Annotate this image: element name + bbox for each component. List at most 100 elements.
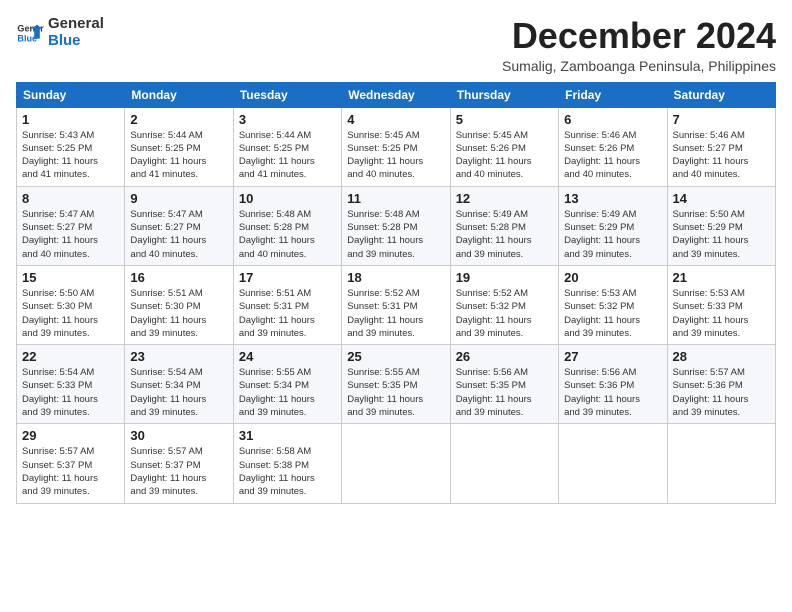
- day-number: 22: [22, 349, 119, 364]
- calendar-table: SundayMondayTuesdayWednesdayThursdayFrid…: [16, 82, 776, 504]
- calendar-cell: 5 Sunrise: 5:45 AMSunset: 5:26 PMDayligh…: [450, 107, 558, 186]
- calendar-week-4: 22 Sunrise: 5:54 AMSunset: 5:33 PMDaylig…: [17, 345, 776, 424]
- day-info: Sunrise: 5:55 AMSunset: 5:35 PMDaylight:…: [347, 366, 444, 419]
- day-info: Sunrise: 5:49 AMSunset: 5:29 PMDaylight:…: [564, 208, 661, 261]
- day-info: Sunrise: 5:53 AMSunset: 5:33 PMDaylight:…: [673, 287, 770, 340]
- day-info: Sunrise: 5:58 AMSunset: 5:38 PMDaylight:…: [239, 445, 336, 498]
- day-info: Sunrise: 5:56 AMSunset: 5:35 PMDaylight:…: [456, 366, 553, 419]
- day-number: 15: [22, 270, 119, 285]
- day-number: 31: [239, 428, 336, 443]
- svg-text:Blue: Blue: [17, 33, 37, 43]
- day-number: 16: [130, 270, 227, 285]
- day-info: Sunrise: 5:54 AMSunset: 5:33 PMDaylight:…: [22, 366, 119, 419]
- col-header-monday: Monday: [125, 82, 233, 107]
- calendar-cell: [667, 424, 775, 503]
- day-number: 3: [239, 112, 336, 127]
- calendar-cell: 4 Sunrise: 5:45 AMSunset: 5:25 PMDayligh…: [342, 107, 450, 186]
- calendar-cell: 19 Sunrise: 5:52 AMSunset: 5:32 PMDaylig…: [450, 265, 558, 344]
- day-number: 14: [673, 191, 770, 206]
- day-info: Sunrise: 5:57 AMSunset: 5:37 PMDaylight:…: [130, 445, 227, 498]
- calendar-cell: [559, 424, 667, 503]
- calendar-cell: 7 Sunrise: 5:46 AMSunset: 5:27 PMDayligh…: [667, 107, 775, 186]
- calendar-week-5: 29 Sunrise: 5:57 AMSunset: 5:37 PMDaylig…: [17, 424, 776, 503]
- day-number: 28: [673, 349, 770, 364]
- day-info: Sunrise: 5:47 AMSunset: 5:27 PMDaylight:…: [22, 208, 119, 261]
- day-number: 25: [347, 349, 444, 364]
- calendar-cell: 13 Sunrise: 5:49 AMSunset: 5:29 PMDaylig…: [559, 186, 667, 265]
- day-info: Sunrise: 5:51 AMSunset: 5:30 PMDaylight:…: [130, 287, 227, 340]
- col-header-saturday: Saturday: [667, 82, 775, 107]
- day-info: Sunrise: 5:44 AMSunset: 5:25 PMDaylight:…: [239, 129, 336, 182]
- calendar-cell: 15 Sunrise: 5:50 AMSunset: 5:30 PMDaylig…: [17, 265, 125, 344]
- day-number: 20: [564, 270, 661, 285]
- day-number: 7: [673, 112, 770, 127]
- calendar-cell: 6 Sunrise: 5:46 AMSunset: 5:26 PMDayligh…: [559, 107, 667, 186]
- calendar-cell: 18 Sunrise: 5:52 AMSunset: 5:31 PMDaylig…: [342, 265, 450, 344]
- day-info: Sunrise: 5:47 AMSunset: 5:27 PMDaylight:…: [130, 208, 227, 261]
- logo-line1: General: [48, 16, 104, 33]
- day-number: 23: [130, 349, 227, 364]
- logo-icon: General Blue: [16, 19, 44, 47]
- day-info: Sunrise: 5:48 AMSunset: 5:28 PMDaylight:…: [239, 208, 336, 261]
- day-number: 27: [564, 349, 661, 364]
- day-number: 17: [239, 270, 336, 285]
- calendar-cell: 9 Sunrise: 5:47 AMSunset: 5:27 PMDayligh…: [125, 186, 233, 265]
- month-title: December 2024: [502, 16, 776, 56]
- day-info: Sunrise: 5:57 AMSunset: 5:36 PMDaylight:…: [673, 366, 770, 419]
- calendar-cell: 31 Sunrise: 5:58 AMSunset: 5:38 PMDaylig…: [233, 424, 341, 503]
- day-number: 5: [456, 112, 553, 127]
- calendar-cell: 16 Sunrise: 5:51 AMSunset: 5:30 PMDaylig…: [125, 265, 233, 344]
- day-number: 1: [22, 112, 119, 127]
- day-number: 11: [347, 191, 444, 206]
- col-header-wednesday: Wednesday: [342, 82, 450, 107]
- day-number: 30: [130, 428, 227, 443]
- header: General Blue General Blue December 2024 …: [16, 16, 776, 74]
- day-info: Sunrise: 5:53 AMSunset: 5:32 PMDaylight:…: [564, 287, 661, 340]
- logo: General Blue General Blue: [16, 16, 104, 49]
- calendar-cell: 8 Sunrise: 5:47 AMSunset: 5:27 PMDayligh…: [17, 186, 125, 265]
- day-info: Sunrise: 5:45 AMSunset: 5:25 PMDaylight:…: [347, 129, 444, 182]
- calendar-week-1: 1 Sunrise: 5:43 AMSunset: 5:25 PMDayligh…: [17, 107, 776, 186]
- day-info: Sunrise: 5:46 AMSunset: 5:27 PMDaylight:…: [673, 129, 770, 182]
- calendar-cell: 11 Sunrise: 5:48 AMSunset: 5:28 PMDaylig…: [342, 186, 450, 265]
- day-number: 6: [564, 112, 661, 127]
- col-header-sunday: Sunday: [17, 82, 125, 107]
- calendar-cell: [342, 424, 450, 503]
- day-info: Sunrise: 5:52 AMSunset: 5:32 PMDaylight:…: [456, 287, 553, 340]
- col-header-thursday: Thursday: [450, 82, 558, 107]
- day-number: 9: [130, 191, 227, 206]
- calendar-cell: 26 Sunrise: 5:56 AMSunset: 5:35 PMDaylig…: [450, 345, 558, 424]
- location-subtitle: Sumalig, Zamboanga Peninsula, Philippine…: [502, 58, 776, 74]
- day-number: 26: [456, 349, 553, 364]
- calendar-cell: 30 Sunrise: 5:57 AMSunset: 5:37 PMDaylig…: [125, 424, 233, 503]
- calendar-cell: 25 Sunrise: 5:55 AMSunset: 5:35 PMDaylig…: [342, 345, 450, 424]
- calendar-cell: 28 Sunrise: 5:57 AMSunset: 5:36 PMDaylig…: [667, 345, 775, 424]
- day-number: 18: [347, 270, 444, 285]
- day-number: 13: [564, 191, 661, 206]
- calendar-cell: 29 Sunrise: 5:57 AMSunset: 5:37 PMDaylig…: [17, 424, 125, 503]
- day-info: Sunrise: 5:55 AMSunset: 5:34 PMDaylight:…: [239, 366, 336, 419]
- calendar-cell: 10 Sunrise: 5:48 AMSunset: 5:28 PMDaylig…: [233, 186, 341, 265]
- day-info: Sunrise: 5:46 AMSunset: 5:26 PMDaylight:…: [564, 129, 661, 182]
- calendar-cell: 23 Sunrise: 5:54 AMSunset: 5:34 PMDaylig…: [125, 345, 233, 424]
- logo-line2: Blue: [48, 33, 104, 50]
- day-info: Sunrise: 5:57 AMSunset: 5:37 PMDaylight:…: [22, 445, 119, 498]
- calendar-cell: 21 Sunrise: 5:53 AMSunset: 5:33 PMDaylig…: [667, 265, 775, 344]
- calendar-cell: 14 Sunrise: 5:50 AMSunset: 5:29 PMDaylig…: [667, 186, 775, 265]
- day-info: Sunrise: 5:44 AMSunset: 5:25 PMDaylight:…: [130, 129, 227, 182]
- calendar-cell: 24 Sunrise: 5:55 AMSunset: 5:34 PMDaylig…: [233, 345, 341, 424]
- day-info: Sunrise: 5:56 AMSunset: 5:36 PMDaylight:…: [564, 366, 661, 419]
- day-info: Sunrise: 5:50 AMSunset: 5:30 PMDaylight:…: [22, 287, 119, 340]
- day-number: 12: [456, 191, 553, 206]
- calendar-cell: [450, 424, 558, 503]
- day-info: Sunrise: 5:49 AMSunset: 5:28 PMDaylight:…: [456, 208, 553, 261]
- calendar-cell: 17 Sunrise: 5:51 AMSunset: 5:31 PMDaylig…: [233, 265, 341, 344]
- day-number: 24: [239, 349, 336, 364]
- day-info: Sunrise: 5:48 AMSunset: 5:28 PMDaylight:…: [347, 208, 444, 261]
- day-number: 29: [22, 428, 119, 443]
- day-info: Sunrise: 5:45 AMSunset: 5:26 PMDaylight:…: [456, 129, 553, 182]
- calendar-cell: 2 Sunrise: 5:44 AMSunset: 5:25 PMDayligh…: [125, 107, 233, 186]
- col-header-tuesday: Tuesday: [233, 82, 341, 107]
- calendar-cell: 1 Sunrise: 5:43 AMSunset: 5:25 PMDayligh…: [17, 107, 125, 186]
- day-info: Sunrise: 5:50 AMSunset: 5:29 PMDaylight:…: [673, 208, 770, 261]
